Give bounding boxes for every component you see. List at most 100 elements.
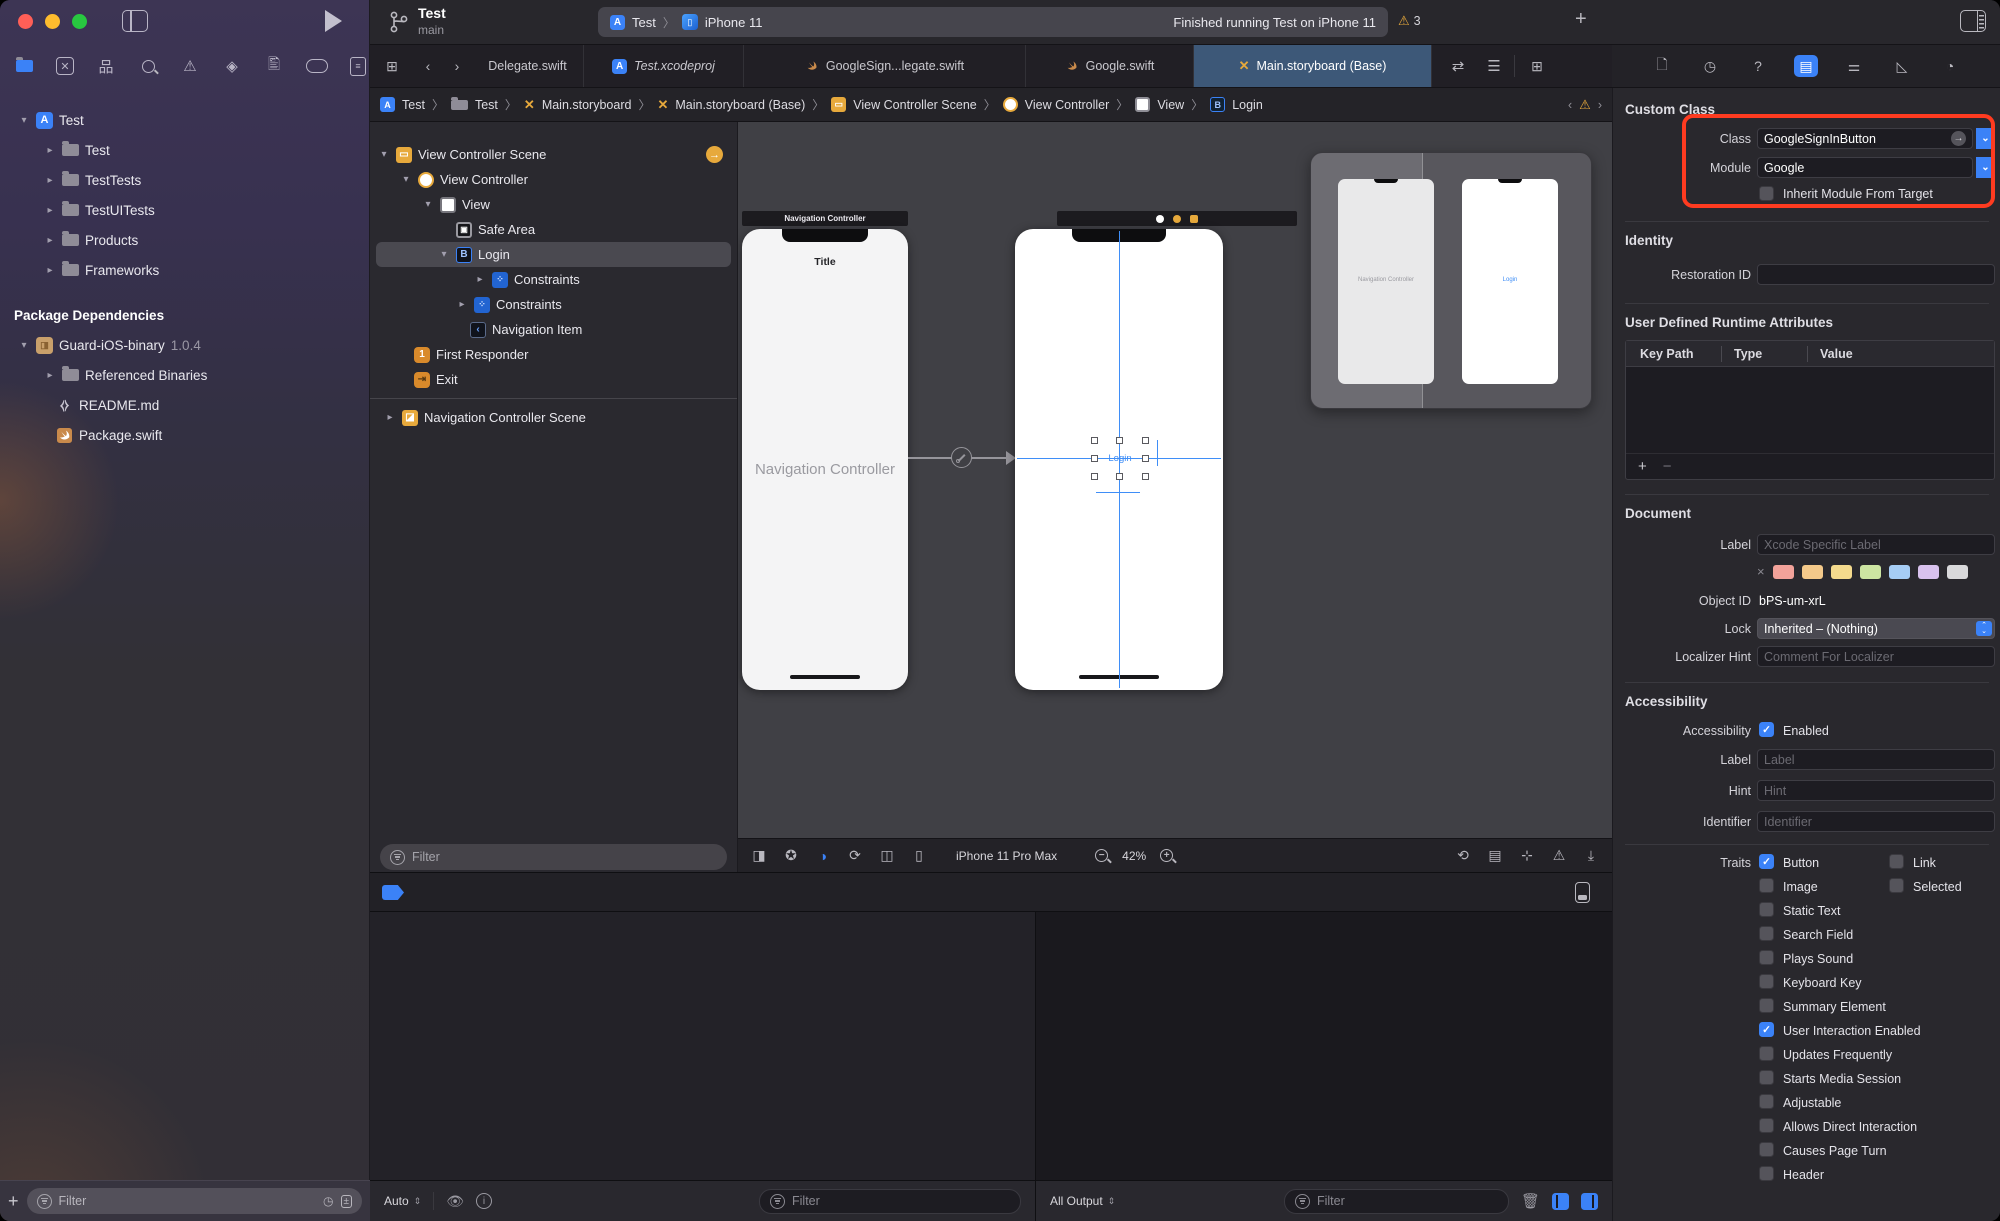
console-scope-dropdown[interactable]: All Output⇕ xyxy=(1050,1194,1115,1208)
variables-info-icon[interactable]: i xyxy=(476,1193,492,1209)
login-button-label[interactable]: Login xyxy=(1100,448,1140,469)
show-variables-pane-toggle[interactable] xyxy=(1552,1193,1569,1210)
trait-causes-page-turn-checkbox[interactable] xyxy=(1759,1142,1774,1157)
view-controller-device[interactable]: Login xyxy=(1015,229,1223,690)
trait-keyboard-key-checkbox[interactable] xyxy=(1759,974,1774,989)
chevron-down-icon[interactable] xyxy=(422,199,434,210)
localizer-hint-field[interactable]: Comment For Localizer xyxy=(1757,646,1995,667)
chevron-right-icon[interactable] xyxy=(474,274,486,285)
align-icon[interactable]: ▤ xyxy=(1486,847,1504,864)
zoom-in-icon[interactable]: + xyxy=(1160,849,1173,862)
test-navigator-icon[interactable]: ◈ xyxy=(222,56,242,76)
trait-summary-element-checkbox[interactable] xyxy=(1759,998,1774,1013)
sidebar-item-referenced-binaries[interactable]: Referenced Binaries xyxy=(0,360,370,390)
lock-stepper-icon[interactable]: ⌃⌄ xyxy=(1976,621,1992,636)
label-color-purple-swatch[interactable] xyxy=(1918,565,1939,579)
login-button-selection[interactable]: Login xyxy=(1094,440,1146,477)
storyboard-canvas[interactable]: Navigation Controller Title Navigation C… xyxy=(738,122,1612,872)
trait-user-interaction-checkbox[interactable] xyxy=(1759,1022,1774,1037)
sidebar-item-products-folder[interactable]: Products xyxy=(0,225,370,255)
exit-dot-icon[interactable] xyxy=(1190,215,1198,223)
source-control-navigator-icon[interactable]: ✕ xyxy=(56,57,74,75)
label-color-red-swatch[interactable] xyxy=(1773,565,1794,579)
zoom-out-icon[interactable]: − xyxy=(1095,849,1108,862)
toggle-outline-icon[interactable]: ◨ xyxy=(750,847,768,864)
trait-link-checkbox[interactable] xyxy=(1889,854,1904,869)
outline-row-vc-scene[interactable]: ▭ View Controller Scene → xyxy=(370,142,737,167)
module-field[interactable]: Google xyxy=(1757,157,1973,178)
label-color-blue-swatch[interactable] xyxy=(1889,565,1910,579)
adjust-editor-options-icon[interactable]: ☰ xyxy=(1478,45,1510,87)
chevron-down-icon[interactable] xyxy=(438,249,450,260)
minimize-window-button[interactable] xyxy=(45,14,60,29)
sidebar-item-testtests-folder[interactable]: TestTests xyxy=(0,165,370,195)
symbol-navigator-icon[interactable]: 品 xyxy=(96,56,116,76)
breadcrumb-group[interactable]: Test xyxy=(475,98,498,112)
view-controller-scene-titlebar[interactable] xyxy=(1057,211,1297,226)
chevron-right-icon[interactable] xyxy=(44,235,56,246)
show-console-pane-toggle[interactable] xyxy=(1581,1193,1598,1210)
chevron-down-icon[interactable] xyxy=(18,340,30,351)
warning-count-badge[interactable]: ⚠ 3 xyxy=(1398,13,1421,29)
outline-row-exit[interactable]: ⇥ Exit xyxy=(370,367,737,392)
add-editor-icon[interactable]: ⊞ xyxy=(1519,45,1555,87)
lock-dropdown[interactable]: Inherited – (Nothing) ⌃⌄ xyxy=(1757,618,1995,639)
console-view[interactable] xyxy=(1035,912,1612,1180)
breadcrumb-login[interactable]: Login xyxy=(1232,98,1263,112)
breadcrumb-view-controller[interactable]: View Controller xyxy=(1025,98,1110,112)
show-only-variables-eye-icon[interactable]: 👁 xyxy=(446,1193,464,1210)
breadcrumb-view[interactable]: View xyxy=(1157,98,1184,112)
dock-debug-area-icon[interactable] xyxy=(1575,882,1590,903)
trait-static-text-checkbox[interactable] xyxy=(1759,902,1774,917)
file-inspector-icon[interactable]: 🗋 xyxy=(1650,55,1674,77)
outline-row-login-selected[interactable]: B Login xyxy=(376,242,731,267)
outline-row-view[interactable]: View xyxy=(370,192,737,217)
restoration-id-field[interactable] xyxy=(1757,264,1995,285)
minimap-nav-controller-thumb[interactable]: Navigation Controller xyxy=(1338,179,1434,384)
segue-kind-icon[interactable] xyxy=(951,447,972,468)
variables-view[interactable] xyxy=(370,912,1035,1180)
outline-row-first-responder[interactable]: 1 First Responder xyxy=(370,342,737,367)
chevron-right-icon[interactable] xyxy=(44,205,56,216)
update-frames-icon[interactable]: ⟲ xyxy=(1454,847,1472,864)
chevron-down-icon[interactable] xyxy=(18,115,30,126)
variables-filter-field[interactable]: Filter xyxy=(759,1189,1021,1214)
column-key-path[interactable]: Key Path xyxy=(1626,347,1721,361)
label-color-gray-swatch[interactable] xyxy=(1947,565,1968,579)
scheme-status-pill[interactable]: A Test 〉 ▯ iPhone 11 Finished running Te… xyxy=(598,7,1388,37)
view-controller-dot-icon[interactable] xyxy=(1156,215,1164,223)
inherit-module-checkbox[interactable] xyxy=(1759,186,1774,201)
split-preview-icon[interactable]: ◫ xyxy=(878,847,896,864)
sidebar-item-guard-ios-binary[interactable]: ◨ Guard-iOS-binary 1.0.4 xyxy=(0,330,370,360)
remove-attribute-button[interactable]: − xyxy=(1663,458,1672,475)
navigator-filter-field[interactable]: Filter ◷ ± xyxy=(27,1188,362,1214)
navigation-controller-device[interactable]: Title Navigation Controller xyxy=(742,229,908,690)
breadcrumb-scene[interactable]: View Controller Scene xyxy=(853,98,976,112)
new-tab-button[interactable]: + xyxy=(1575,8,1587,31)
zoom-window-button[interactable] xyxy=(72,14,87,29)
runtime-attributes-empty-body[interactable] xyxy=(1626,367,1994,453)
breadcrumb-project[interactable]: Test xyxy=(402,98,425,112)
trait-header-checkbox[interactable] xyxy=(1759,1166,1774,1181)
chevron-right-icon[interactable] xyxy=(44,175,56,186)
trait-selected-checkbox[interactable] xyxy=(1889,878,1904,893)
tab-delegate-swift[interactable]: Delegate.swift xyxy=(472,45,584,87)
forward-button[interactable]: › xyxy=(442,45,472,87)
accessibility-preview-icon[interactable]: ✪ xyxy=(782,847,800,864)
project-navigator-icon[interactable] xyxy=(14,56,34,76)
outline-row-nav-controller-scene[interactable]: ◪ Navigation Controller Scene xyxy=(370,405,737,430)
module-dropdown-button[interactable]: ⌄ xyxy=(1976,157,1995,178)
jump-to-class-arrow-icon[interactable]: → xyxy=(1951,131,1966,146)
device-bezel-icon[interactable]: ▯ xyxy=(910,847,928,864)
tab-test-xcodeproj[interactable]: A Test.xcodeproj xyxy=(584,45,744,87)
run-button[interactable] xyxy=(325,10,342,32)
chevron-right-icon[interactable] xyxy=(456,299,468,310)
back-button[interactable]: ‹ xyxy=(414,45,442,87)
appearance-mode-icon[interactable]: ◑ xyxy=(814,848,832,864)
column-type[interactable]: Type xyxy=(1722,347,1807,361)
history-inspector-icon[interactable]: ◷ xyxy=(1698,55,1722,77)
outline-row-view-controller[interactable]: View Controller xyxy=(370,167,737,192)
add-attribute-button[interactable]: + xyxy=(1638,458,1647,475)
trait-plays-sound-checkbox[interactable] xyxy=(1759,950,1774,965)
outline-row-constraints-1[interactable]: ⁘ Constraints xyxy=(370,267,737,292)
